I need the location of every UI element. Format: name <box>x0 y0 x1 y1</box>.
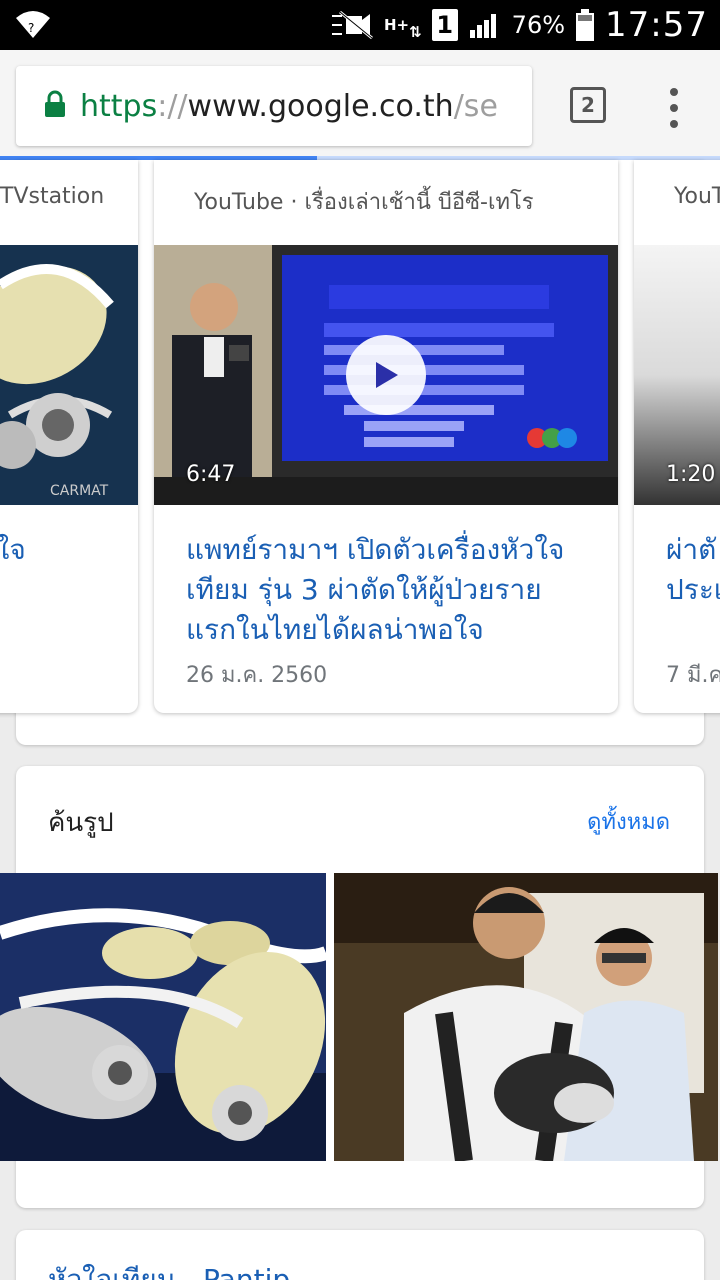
video-source: YouT <box>674 184 720 209</box>
svg-text:?: ? <box>28 21 34 35</box>
lock-icon <box>44 90 66 122</box>
url-scheme: https <box>80 88 158 124</box>
url-host: www.google.co.th <box>187 88 454 124</box>
sim-slot-icon: 1 <box>431 9 458 41</box>
video-thumbnail[interactable]: 6:47 <box>154 245 618 505</box>
video-card[interactable]: TVstation CARMAT วใจ <box>0 160 138 713</box>
browser-toolbar: https://www.google.co.th/se 2 <box>0 50 720 160</box>
mute-icon <box>328 10 374 40</box>
address-bar[interactable]: https://www.google.co.th/se <box>16 66 532 146</box>
video-title[interactable]: วใจ <box>0 530 26 570</box>
menu-dot-icon <box>670 104 678 112</box>
video-duration: 1:20 <box>666 462 716 487</box>
overflow-menu-button[interactable] <box>664 88 684 128</box>
video-card[interactable]: YouTube · เรื่องเล่าเช้านี้ บีอีซี-เทโร <box>154 160 618 713</box>
video-source: TVstation <box>0 184 105 209</box>
image-result[interactable] <box>334 873 718 1161</box>
battery-percent: 76% <box>511 11 566 39</box>
status-bar: ? H+ ⇅ 1 76% 17:57 <box>0 0 720 50</box>
menu-dot-icon <box>670 88 678 96</box>
video-date: 26 ม.ค. 2560 <box>186 663 328 688</box>
wifi-icon: ? <box>14 8 52 46</box>
image-result[interactable] <box>0 873 326 1161</box>
battery-icon <box>575 8 595 42</box>
section-heading: ค้นรูป <box>48 808 114 838</box>
search-result-card[interactable]: หัวใจเทียม - Pantip <box>16 1230 704 1280</box>
url-slashes: :// <box>157 88 188 124</box>
video-card[interactable]: YouT 1:20 ผ่าตั ประเ 7 มี.ค <box>634 160 720 713</box>
video-source: YouTube · เรื่องเล่าเช้านี้ บีอีซี-เทโร <box>194 190 534 215</box>
video-title-line: แรกในไทยได้ผลน่าพอใจ <box>186 613 484 646</box>
video-duration: 6:47 <box>186 462 236 487</box>
menu-dot-icon <box>670 120 678 128</box>
network-type-indicator: H+ ⇅ <box>383 15 422 41</box>
signal-icon <box>468 10 502 40</box>
video-title-line: แพทย์รามาฯ เปิดตัวเครื่องหัวใจ <box>186 533 565 566</box>
video-title[interactable]: แพทย์รามาฯ เปิดตัวเครื่องหัวใจ เทียม รุ่… <box>186 530 606 650</box>
play-button[interactable] <box>346 335 426 415</box>
see-all-link[interactable]: ดูทั้งหมด <box>587 804 670 839</box>
video-title-line: เทียม รุ่น 3 ผ่าตัดให้ผู้ป่วยราย <box>186 573 542 606</box>
tab-switcher-button[interactable]: 2 <box>570 87 606 123</box>
video-thumbnail[interactable]: CARMAT <box>0 245 138 505</box>
url-text[interactable]: https://www.google.co.th/se <box>80 89 498 124</box>
video-title[interactable]: ผ่าตั ประเ <box>666 530 720 610</box>
video-title-line: ประเ <box>666 573 720 606</box>
clock: 17:57 <box>605 5 708 45</box>
video-title-line: ผ่าตั <box>666 533 717 566</box>
svg-text:CARMAT: CARMAT <box>50 483 109 499</box>
video-date: 7 มี.ค <box>666 663 720 688</box>
video-thumbnail[interactable]: 1:20 <box>634 245 720 505</box>
result-title-link[interactable]: หัวใจเทียม - Pantip <box>48 1258 290 1280</box>
url-path: /se <box>453 88 498 124</box>
